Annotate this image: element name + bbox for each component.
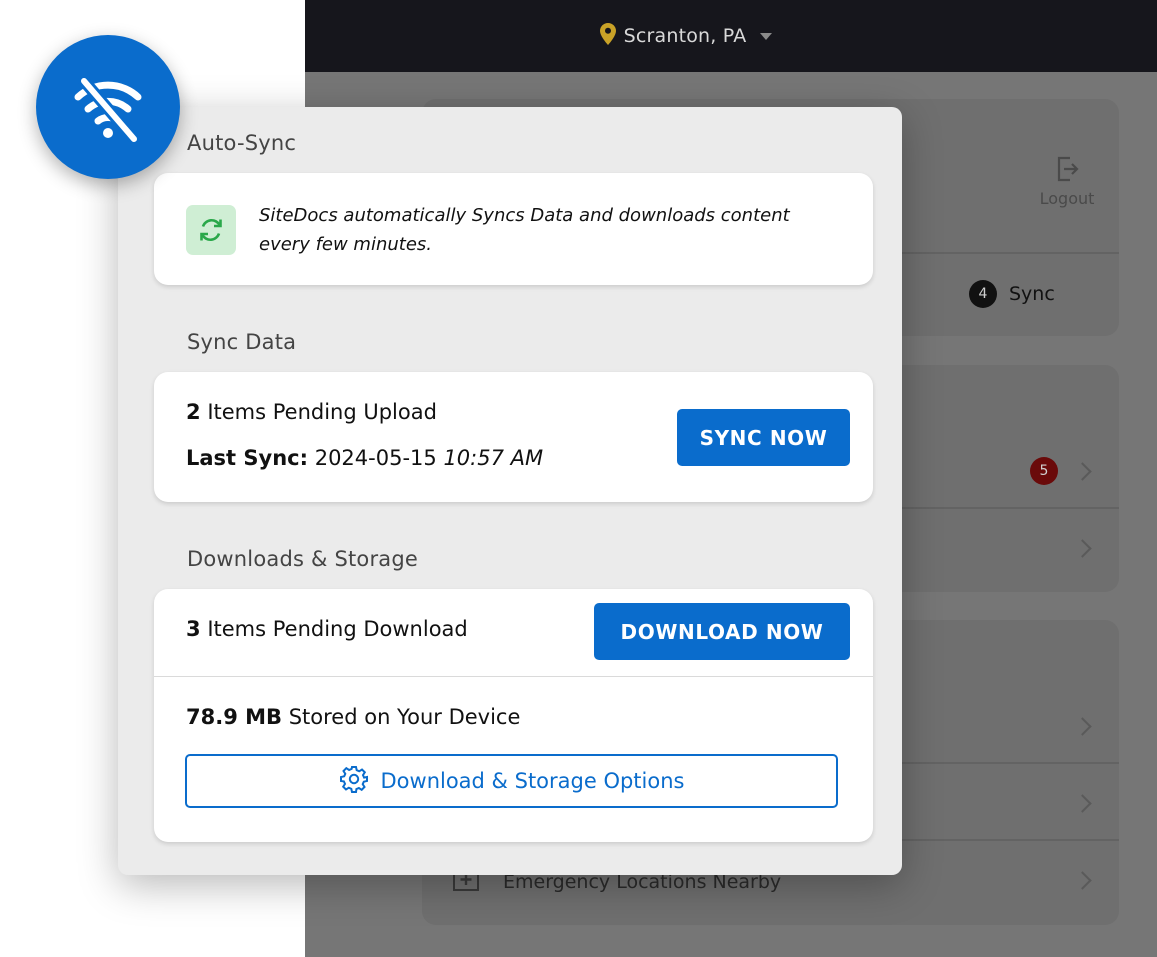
download-storage-options-label: Download & Storage Options — [380, 769, 685, 793]
sync-data-card: 2 Items Pending Upload Last Sync: 2024-0… — [154, 372, 873, 502]
divider — [154, 676, 873, 677]
storage-amount: 78.9 MB — [186, 705, 283, 729]
last-sync-time: 10:57 AM — [443, 446, 544, 470]
auto-sync-description: SiteDocs automatically Syncs Data and do… — [259, 205, 790, 255]
last-sync-text: Last Sync: 2024-05-15 10:57 AM — [186, 446, 543, 470]
auto-sync-title: Auto-Sync — [187, 131, 297, 155]
last-sync-date: 2024-05-15 — [314, 446, 437, 470]
pending-download-label: Items Pending Download — [207, 617, 468, 641]
logout-icon — [1057, 156, 1079, 182]
downloads-storage-card: 3 Items Pending Download DOWNLOAD NOW 78… — [154, 589, 873, 842]
sync-icon — [186, 205, 236, 255]
pending-upload-text: 2 Items Pending Upload — [186, 400, 437, 424]
pending-upload-count: 2 — [186, 400, 201, 424]
notification-badge: 5 — [1030, 457, 1058, 485]
logout-button[interactable]: Logout — [1035, 155, 1099, 208]
storage-label: Stored on Your Device — [288, 705, 521, 729]
sync-button-bg[interactable]: 4 Sync — [969, 280, 1055, 308]
download-storage-options-button[interactable]: Download & Storage Options — [185, 754, 838, 808]
pending-download-text: 3 Items Pending Download — [186, 617, 468, 641]
pending-download-count: 3 — [186, 617, 201, 641]
wifi-off-icon — [74, 75, 142, 145]
download-now-button[interactable]: DOWNLOAD NOW — [594, 603, 850, 660]
location-selector[interactable]: Scranton, PA — [599, 22, 773, 50]
auto-sync-card: SiteDocs automatically Syncs Data and do… — [154, 173, 873, 285]
gear-icon — [339, 764, 369, 799]
location-pin-icon — [599, 22, 616, 50]
sync-count-badge: 4 — [969, 280, 997, 308]
pending-upload-label: Items Pending Upload — [207, 400, 437, 424]
top-bar: Scranton, PA — [305, 0, 1157, 72]
sync-data-title: Sync Data — [187, 330, 297, 354]
sync-label: Sync — [1009, 283, 1055, 305]
location-label: Scranton, PA — [623, 25, 747, 47]
logout-label: Logout — [1039, 189, 1095, 208]
offline-indicator — [36, 35, 180, 179]
sync-now-button[interactable]: SYNC NOW — [677, 409, 850, 466]
storage-text: 78.9 MB Stored on Your Device — [186, 705, 520, 729]
sync-panel: Auto-Sync SiteDocs automatically Syncs D… — [118, 107, 902, 875]
chevron-down-icon — [760, 32, 773, 40]
downloads-storage-title: Downloads & Storage — [187, 547, 419, 571]
last-sync-label: Last Sync: — [186, 446, 309, 470]
